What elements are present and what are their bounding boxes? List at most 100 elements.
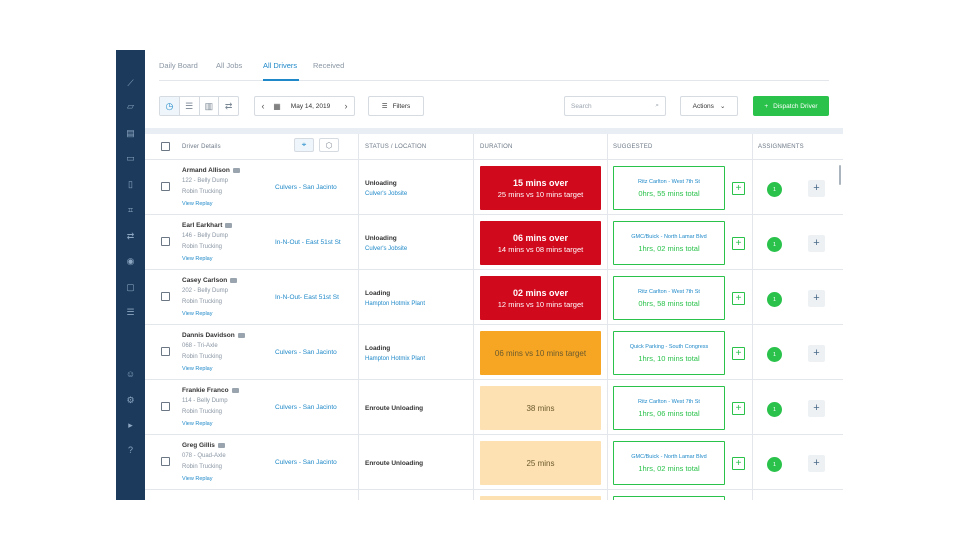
dispatch-icon[interactable]: ◉: [124, 255, 137, 268]
row-checkbox[interactable]: [161, 292, 170, 301]
play-icon[interactable]: ▸: [124, 419, 137, 432]
add-assignment-button[interactable]: +: [808, 400, 825, 417]
view-replay-link[interactable]: View Replay: [182, 366, 212, 372]
message-icon[interactable]: [232, 167, 240, 173]
tab-daily-board[interactable]: Daily Board: [159, 61, 198, 70]
row-checkbox[interactable]: [161, 182, 170, 191]
location-link[interactable]: Culvers - San Jacinto: [275, 184, 337, 191]
status-label: Loading: [365, 345, 391, 352]
add-assignment-button[interactable]: +: [808, 235, 825, 252]
truck-icon[interactable]: ▱: [124, 100, 137, 113]
view-replay-link[interactable]: View Replay: [182, 311, 212, 317]
add-assignment-button[interactable]: +: [808, 455, 825, 472]
location-link[interactable]: Culvers - San Jacinto: [275, 349, 337, 356]
table-row[interactable]: Earl Earkhart 146 - Belly Dump Robin Tru…: [145, 215, 843, 270]
cube-icon[interactable]: ⬡: [319, 138, 339, 152]
actions-dropdown[interactable]: Actions ⌄: [680, 96, 738, 116]
add-suggested-button[interactable]: +: [732, 237, 745, 250]
add-suggested-button[interactable]: +: [732, 182, 745, 195]
date-label[interactable]: May 14, 2019: [283, 103, 338, 110]
scan-icon[interactable]: ⌗: [124, 204, 137, 217]
location-pin-icon[interactable]: ⌖: [294, 138, 314, 152]
assignment-count-badge: 1: [767, 182, 782, 197]
suggested-job-card[interactable]: Quick Parking - South Congress 1hrs, 10 …: [613, 331, 725, 375]
company-name: Robin Trucking: [182, 409, 223, 415]
add-assignment-button[interactable]: +: [808, 180, 825, 197]
duration-badge: 15 mins over 25 mins vs 10 mins target: [480, 166, 601, 210]
select-all-checkbox[interactable]: [161, 142, 170, 151]
status-location-link[interactable]: Culver's Jobsite: [365, 246, 407, 252]
assignment-count-badge: 1: [767, 402, 782, 417]
status-location-link[interactable]: Culver's Jobsite: [365, 191, 407, 197]
message-icon[interactable]: [217, 442, 225, 448]
table-header: Driver Details ⌖ ⬡ STATUS / LOCATION DUR…: [145, 134, 843, 160]
duration-detail: 12 mins vs 10 mins target: [497, 299, 584, 309]
suggested-job-card[interactable]: Ritz Carlton - West 7th St 0hrs, 55 mins…: [613, 166, 725, 210]
add-suggested-button[interactable]: +: [732, 402, 745, 415]
table-row[interactable]: Armand Allison 122 - Belly Dump Robin Tr…: [145, 160, 843, 215]
col-driver-details: Driver Details: [182, 144, 221, 150]
add-suggested-button[interactable]: +: [732, 347, 745, 360]
filters-button[interactable]: ☰ Filters: [368, 96, 424, 116]
duration-main: 02 mins over: [512, 287, 569, 298]
suggested-job-card[interactable]: GMC/Buick - North Lamar Blvd 1hrs, 02 mi…: [613, 221, 725, 265]
status-location-link[interactable]: Hampton Hotmix Plant: [365, 356, 425, 362]
suggested-job-card[interactable]: GMC/Buick - North Lamar Blvd 1hrs, 02 mi…: [613, 441, 725, 485]
suggested-job-card[interactable]: Ritz Carlton - West 7th St 1hrs, 06 mins…: [613, 386, 725, 430]
dispatch-driver-button[interactable]: + Dispatch Driver: [753, 96, 829, 116]
message-icon[interactable]: [231, 387, 239, 393]
status-location-link[interactable]: Hampton Hotmix Plant: [365, 301, 425, 307]
view-toggle-group: ◷ ☰ ▥ ⇄: [159, 96, 239, 116]
table-row[interactable]: Dannis Davidson 068 - Tri-Axle Robin Tru…: [145, 325, 843, 380]
document-icon[interactable]: ▯: [124, 178, 137, 191]
table-row[interactable]: Frankie Franco 114 - Belly Dump Robin Tr…: [145, 380, 843, 435]
settings-icon[interactable]: ⚙: [124, 394, 137, 407]
add-suggested-button[interactable]: +: [732, 292, 745, 305]
chevron-left-icon[interactable]: ‹: [255, 101, 271, 111]
location-link[interactable]: Culvers - San Jacinto: [275, 404, 337, 411]
add-assignment-button[interactable]: +: [808, 290, 825, 307]
view-replay-link[interactable]: View Replay: [182, 476, 212, 482]
tab-received[interactable]: Received: [313, 61, 344, 70]
location-link[interactable]: In-N-Out - East 51st St: [275, 239, 341, 246]
clock-view-icon[interactable]: ◷: [160, 97, 180, 115]
table-row[interactable]: Casey Carlson 202 - Belly Dump Robin Tru…: [145, 270, 843, 325]
row-checkbox[interactable]: [161, 402, 170, 411]
add-assignment-button[interactable]: +: [808, 345, 825, 362]
image-icon[interactable]: ▭: [124, 152, 137, 165]
list-icon[interactable]: ☰: [124, 306, 137, 319]
search-input[interactable]: Search ⌕: [564, 96, 666, 116]
message-icon[interactable]: [225, 222, 233, 228]
suggested-place: Quick Parking - South Congress: [629, 343, 709, 350]
view-replay-link[interactable]: View Replay: [182, 201, 212, 207]
message-icon[interactable]: [237, 332, 245, 338]
help-icon[interactable]: ?: [124, 444, 137, 457]
location-link[interactable]: Culvers - San Jacinto: [275, 459, 337, 466]
route-icon[interactable]: ⇄: [124, 230, 137, 243]
view-replay-link[interactable]: View Replay: [182, 421, 212, 427]
row-checkbox[interactable]: [161, 457, 170, 466]
suggested-job-card[interactable]: Ritz Carlton - West 7th St 0hrs, 58 mins…: [613, 276, 725, 320]
analytics-icon[interactable]: ⟋: [124, 77, 137, 90]
chart-view-icon[interactable]: ▥: [200, 97, 220, 115]
col-suggested: SUGGESTED: [613, 144, 653, 150]
list-view-icon[interactable]: ☰: [180, 97, 200, 115]
row-checkbox[interactable]: [161, 237, 170, 246]
tab-all-jobs[interactable]: All Jobs: [216, 61, 242, 70]
row-checkbox[interactable]: [161, 347, 170, 356]
duration-badge: 06 mins over 14 mins vs 08 mins target: [480, 221, 601, 265]
view-replay-link[interactable]: View Replay: [182, 256, 212, 262]
driver-name: Earl Earkhart: [182, 222, 233, 229]
map-view-icon[interactable]: ⇄: [219, 97, 238, 115]
clipboard-icon[interactable]: ▤: [124, 127, 137, 140]
users-icon[interactable]: ☺: [124, 368, 137, 381]
table-row[interactable]: Greg Gillis 078 - Quad-Axle Robin Trucki…: [145, 435, 843, 490]
chevron-right-icon[interactable]: ›: [338, 101, 354, 111]
tab-all-drivers[interactable]: All Drivers: [263, 61, 297, 70]
location-link[interactable]: In-N-Out- East 51st St: [275, 294, 339, 301]
scrollbar-thumb[interactable]: [839, 165, 841, 185]
company-name: Robin Trucking: [182, 464, 223, 470]
add-suggested-button[interactable]: +: [732, 457, 745, 470]
message-icon[interactable]: [230, 277, 238, 283]
board-icon[interactable]: ▢: [124, 281, 137, 294]
